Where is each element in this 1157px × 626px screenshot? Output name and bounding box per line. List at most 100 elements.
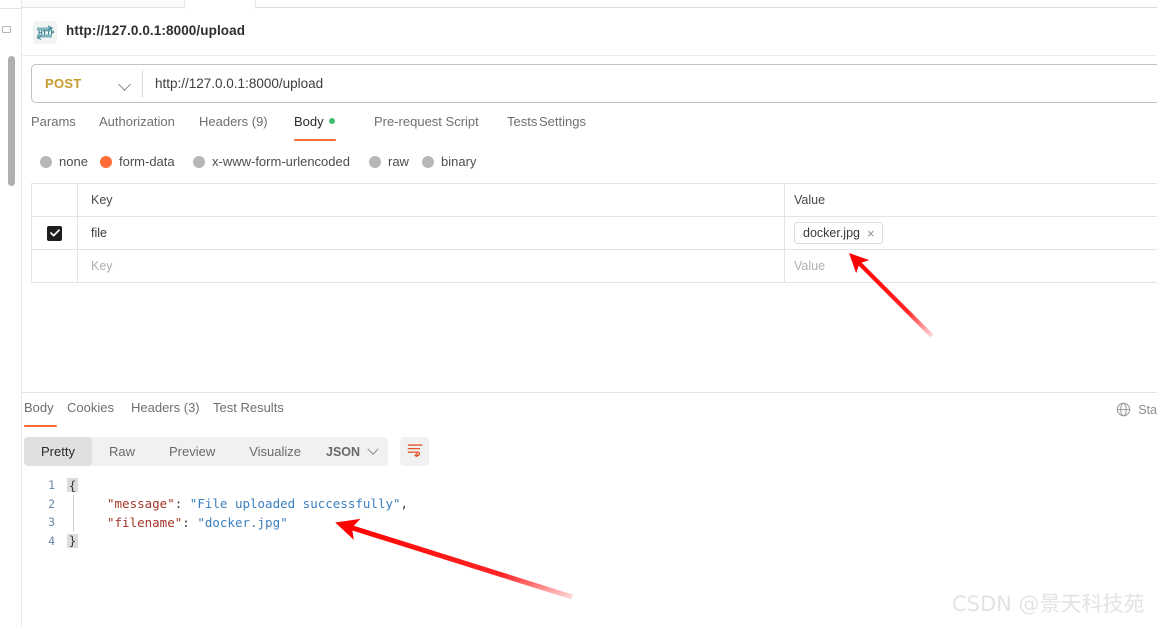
fold-guide (72, 494, 74, 513)
rail-top-divider (0, 8, 22, 9)
workspace-tab-strip (22, 0, 1157, 9)
fold-column: { (64, 476, 82, 495)
method-label: POST (45, 76, 82, 91)
tab-params[interactable]: Params (31, 114, 76, 129)
placeholder-check-cell[interactable] (32, 249, 78, 283)
radio-raw[interactable]: raw (369, 154, 409, 169)
radio-dot-icon (422, 155, 434, 168)
view-mode-visualize[interactable]: Visualize (232, 437, 318, 466)
view-mode-segmented: Pretty Raw Preview Visualize (24, 437, 319, 466)
url-bar: POST http://127.0.0.1:8000/upload (31, 64, 1157, 103)
placeholder-key-cell[interactable]: Key (78, 249, 785, 283)
radio-dot-icon (193, 155, 205, 168)
radio-binary[interactable]: binary (422, 154, 476, 169)
format-selector[interactable]: JSON (315, 437, 389, 466)
fold-column (64, 494, 82, 513)
word-wrap-button[interactable] (400, 437, 429, 466)
row-checkbox-cell[interactable] (32, 216, 78, 250)
collapse-sidebar-icon[interactable] (2, 26, 11, 33)
radio-dot-icon (369, 155, 381, 168)
code-line: 4 } (22, 532, 1157, 551)
sidebar-scrollbar[interactable] (8, 56, 15, 186)
watermark: CSDN @景天科技苑 (952, 592, 1145, 616)
bracket-open: { (67, 477, 78, 493)
form-data-table: Key Value file docker.jpg × Key Value (31, 183, 1157, 283)
page-title: http://127.0.0.1:8000/upload (66, 23, 246, 38)
line-number: 1 (48, 478, 55, 493)
tab-headers[interactable]: Headers (9) (199, 114, 268, 129)
line-number: 3 (48, 515, 55, 530)
response-tab-body[interactable]: Body (24, 400, 54, 415)
response-tab-test-results[interactable]: Test Results (213, 400, 284, 415)
json-key: "filename" (107, 514, 183, 530)
fold-column (64, 513, 82, 532)
radio-urlencoded-label: x-www-form-urlencoded (212, 154, 350, 169)
method-selector[interactable]: POST (32, 65, 142, 102)
table-placeholder-row: Key Value (32, 249, 1157, 283)
radio-form-data-label: form-data (119, 154, 175, 169)
radio-dot-icon (40, 155, 52, 168)
tab-authorization[interactable]: Authorization (99, 114, 175, 129)
view-mode-preview[interactable]: Preview (152, 437, 232, 466)
response-active-tab-underline (24, 425, 57, 427)
placeholder-key-text: Key (91, 259, 113, 273)
method-divider (142, 70, 143, 97)
radio-none[interactable]: none (40, 154, 88, 169)
bracket-close: } (67, 533, 78, 548)
tab-body[interactable]: Body (294, 114, 335, 129)
response-tabs: Body Cookies Headers (3) Test Results St… (22, 400, 1157, 428)
file-chip[interactable]: docker.jpg × (794, 222, 883, 244)
row-key-cell[interactable]: file (78, 216, 785, 250)
response-tab-cookies[interactable]: Cookies (67, 400, 114, 415)
radio-dot-selected-icon (100, 155, 112, 168)
globe-icon (1116, 402, 1131, 417)
url-input[interactable]: http://127.0.0.1:8000/upload (155, 76, 323, 91)
active-request-tab[interactable] (184, 0, 256, 9)
active-tab-underline (294, 139, 336, 141)
view-mode-raw[interactable]: Raw (92, 437, 152, 466)
table-header-row: Key Value (32, 183, 1157, 217)
radio-binary-label: binary (441, 154, 477, 169)
response-status-area: Sta (1116, 402, 1157, 417)
radio-form-data[interactable]: form-data (100, 154, 175, 169)
header-check-cell (32, 183, 78, 217)
chevron-down-icon (118, 78, 131, 91)
json-value: "docker.jpg" (197, 514, 288, 530)
http-protocol-icon: HTTP (33, 21, 57, 44)
radio-raw-label: raw (388, 154, 409, 169)
code-line: 3 "filename": "docker.jpg" (22, 513, 1157, 532)
view-mode-pretty[interactable]: Pretty (24, 437, 92, 466)
fold-guide (72, 513, 74, 532)
response-tab-headers[interactable]: Headers (3) (131, 400, 200, 415)
fold-column: } (64, 532, 82, 551)
chevron-down-icon (367, 443, 379, 455)
header-key-cell: Key (78, 183, 785, 217)
radio-none-label: none (59, 154, 88, 169)
tab-strip-left (22, 0, 184, 8)
body-modified-dot-icon (328, 118, 335, 124)
request-title-row: HTTP http://127.0.0.1:8000/upload (22, 9, 1157, 56)
tab-pre-request-script[interactable]: Pre-request Script (374, 114, 479, 129)
word-wrap-icon (407, 442, 423, 462)
header-value-cell: Value (785, 184, 1157, 217)
close-icon[interactable]: × (867, 227, 875, 240)
left-rail (0, 0, 22, 626)
code-line: 2 "message": "File uploaded successfully… (22, 494, 1157, 513)
pane-divider[interactable] (22, 392, 1157, 393)
code-text: "message": "File uploaded successfully", (107, 496, 409, 512)
placeholder-value-cell[interactable]: Value (785, 250, 1157, 283)
line-number: 4 (48, 533, 55, 548)
radio-x-www-form-urlencoded[interactable]: x-www-form-urlencoded (193, 154, 350, 169)
row-key-text: file (91, 226, 107, 240)
table-row: file docker.jpg × (32, 216, 1157, 250)
row-value-cell[interactable]: docker.jpg × (785, 217, 1157, 250)
postman-window: HTTP http://127.0.0.1:8000/upload POST h… (0, 0, 1157, 626)
json-value: "File uploaded successfully" (189, 496, 401, 512)
tab-settings[interactable]: Settings (539, 114, 586, 129)
svg-text:HTTP: HTTP (38, 30, 54, 36)
code-line: 1 { (22, 476, 1157, 495)
status-label: Sta (1138, 402, 1157, 417)
tab-tests[interactable]: Tests (507, 114, 537, 129)
json-key: "message" (107, 496, 175, 512)
checkbox-checked-icon[interactable] (47, 225, 62, 241)
